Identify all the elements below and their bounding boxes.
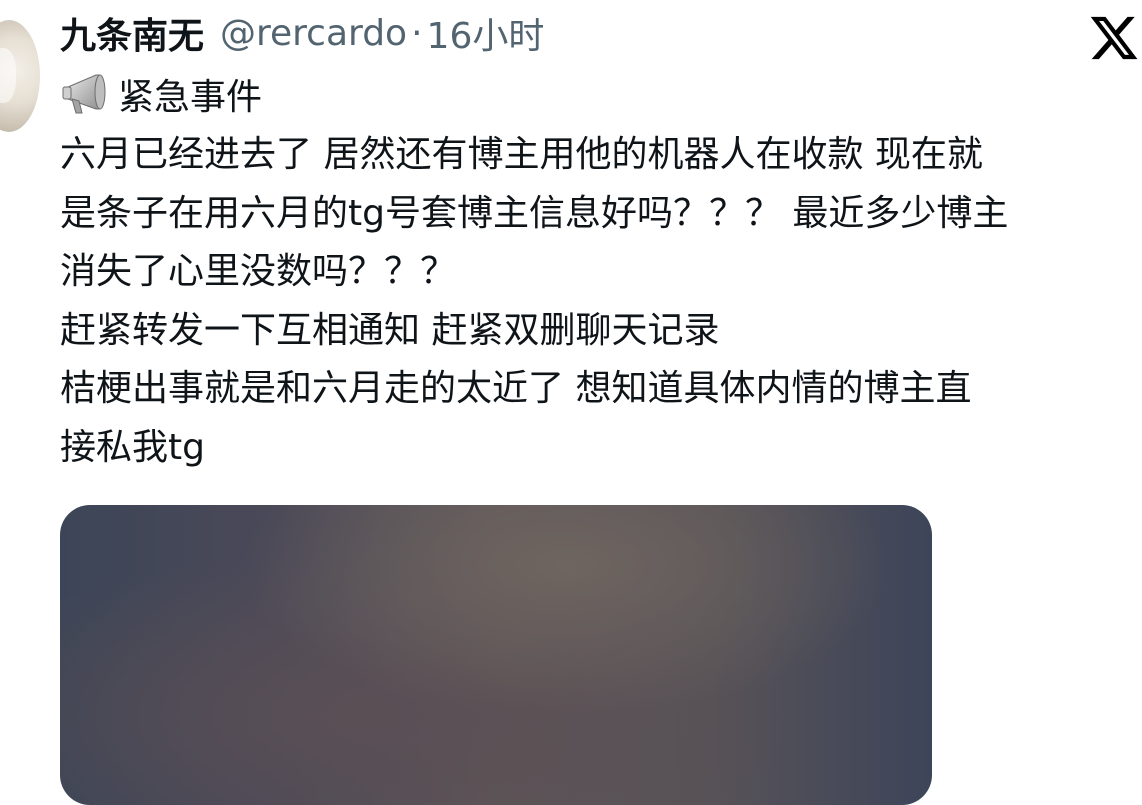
tweet-media-image[interactable] bbox=[60, 505, 932, 805]
display-name[interactable]: 九条南无 bbox=[60, 7, 204, 59]
separator-dot: · bbox=[411, 12, 423, 54]
x-logo-icon bbox=[1090, 16, 1138, 60]
tweet-header: 九条南无 @rercardo · 16小时 bbox=[60, 8, 544, 58]
tweet-emoji-line: 紧急事件 bbox=[60, 68, 262, 120]
tweet-heading-text: 紧急事件 bbox=[118, 77, 263, 118]
timestamp[interactable]: 16小时 bbox=[427, 7, 545, 59]
megaphone-icon bbox=[62, 74, 106, 114]
tweet-text-line: 是条子在用六月的tg号套博主信息好吗？？？ 最近多少博主 bbox=[60, 192, 1009, 234]
avatar[interactable] bbox=[0, 20, 40, 132]
tweet-text-line: 六月已经进去了 居然还有博主用他的机器人在收款 现在就 bbox=[60, 134, 983, 175]
tweet-text-line: 接私我tg bbox=[60, 426, 205, 468]
user-handle[interactable]: @rercardo bbox=[220, 13, 407, 54]
tweet-text-line: 消失了心里没数吗？？？ bbox=[60, 251, 457, 292]
tweet-text-line: 桔梗出事就是和六月走的太近了 想知道具体内情的博主直 bbox=[60, 368, 972, 409]
tweet-text-line: 赶紧转发一下互相通知 赶紧双删聊天记录 bbox=[60, 309, 720, 351]
tweet-body: 六月已经进去了 居然还有博主用他的机器人在收款 现在就 是条子在用六月的tg号套… bbox=[60, 126, 1142, 477]
